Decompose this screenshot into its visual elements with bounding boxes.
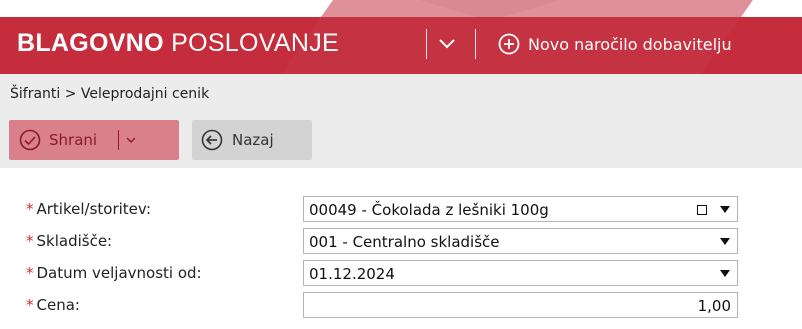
- required-marker: *: [26, 232, 34, 250]
- check-circle-icon: [19, 129, 41, 151]
- valid-from-value: 01.12.2024: [309, 265, 395, 283]
- new-supplier-order-label: Novo naročilo dobavitelju: [528, 34, 732, 54]
- article-value: 00049 - Čokolada z lešniki 100g: [309, 201, 549, 219]
- save-button-separator: [118, 130, 119, 150]
- module-dropdown-chevron-down-icon[interactable]: [437, 34, 457, 54]
- breadcrumb: Šifranti > Veleprodajni cenik: [10, 86, 210, 102]
- app-title: BLAGOVNO POSLOVANJE: [17, 29, 339, 58]
- required-marker: *: [26, 200, 34, 218]
- warehouse-select[interactable]: 001 - Centralno skladišče: [303, 228, 738, 254]
- valid-from-date-picker[interactable]: 01.12.2024: [303, 260, 738, 286]
- field-label-price: * Cena:: [26, 296, 80, 314]
- article-select[interactable]: 00049 - Čokolada z lešniki 100g: [303, 196, 738, 222]
- price-list-form: * Artikel/storitev: 00049 - Čokolada z le…: [0, 168, 802, 329]
- back-button-label: Nazaj: [232, 131, 274, 149]
- field-label-text: Datum veljavnosti od:: [36, 264, 202, 282]
- field-label-text: Skladišče:: [36, 232, 113, 250]
- field-label-article: * Artikel/storitev:: [26, 200, 151, 218]
- app-title-light: POSLOVANJE: [171, 29, 339, 57]
- field-label-warehouse: * Skladišče:: [26, 232, 112, 250]
- lookup-square-icon[interactable]: [697, 205, 707, 215]
- save-button[interactable]: Shrani: [9, 120, 179, 160]
- field-label-text: Cena:: [36, 296, 80, 314]
- price-input[interactable]: 1,00: [303, 292, 738, 318]
- header-separator: [475, 29, 476, 59]
- dropdown-arrow-icon[interactable]: [720, 238, 730, 245]
- new-supplier-order-button[interactable]: Novo naročilo dobavitelju: [498, 28, 732, 60]
- plus-circle-icon: [498, 33, 520, 55]
- field-label-text: Artikel/storitev:: [36, 200, 152, 218]
- dropdown-arrow-icon[interactable]: [720, 270, 730, 277]
- required-marker: *: [26, 296, 34, 314]
- header-separator: [426, 29, 427, 59]
- dropdown-arrow-icon[interactable]: [720, 206, 730, 213]
- app-header: BLAGOVNO POSLOVANJE Novo naročilo dobavi…: [0, 0, 802, 117]
- field-label-valid-from: * Datum veljavnosti od:: [26, 264, 202, 282]
- price-value: 1,00: [697, 297, 731, 315]
- warehouse-value: 001 - Centralno skladišče: [309, 233, 500, 251]
- app-title-bold: BLAGOVNO: [17, 29, 164, 57]
- arrow-left-circle-icon: [201, 129, 223, 151]
- save-options-chevron-down-icon[interactable]: [125, 134, 137, 146]
- save-button-label: Shrani: [49, 131, 98, 149]
- required-marker: *: [26, 264, 34, 282]
- back-button[interactable]: Nazaj: [192, 120, 312, 160]
